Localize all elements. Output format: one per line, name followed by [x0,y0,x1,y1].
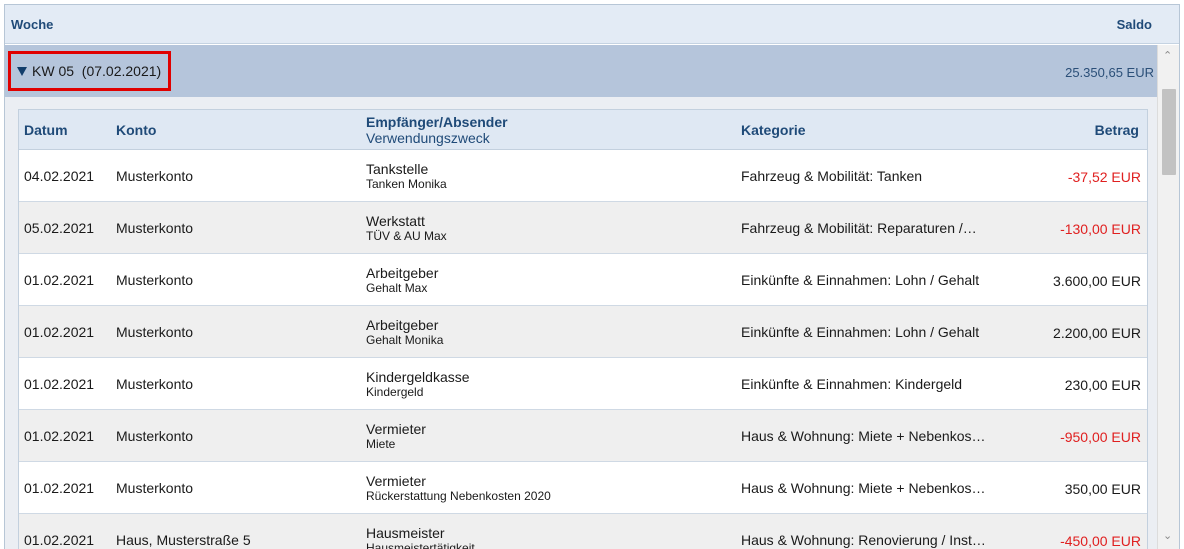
cell-verwendungszweck: Kindergeld [366,385,424,399]
cell-kategorie: Haus & Wohnung: Miete + Nebenkos… [741,428,986,444]
cell-datum: 04.02.2021 [24,168,95,184]
week-label: KW 05 (07.02.2021) [32,63,162,79]
cell-betrag: -450,00 EUR [1060,533,1141,549]
header-betrag[interactable]: Betrag [1095,122,1139,138]
cell-verwendungszweck: Miete [366,437,396,451]
header-empfaenger[interactable]: Empfänger/Absender [366,114,508,130]
cell-datum: 01.02.2021 [24,532,95,548]
cell-betrag: 2.200,00 EUR [1053,325,1141,341]
cell-verwendungszweck: Gehalt Monika [366,333,444,347]
cell-verwendungszweck: TÜV & AU Max [366,229,447,243]
cell-kategorie: Einkünfte & Einnahmen: Kindergeld [741,376,963,392]
week-details: Datum Konto Empfänger/Absender Verwendun… [5,97,1157,549]
cell-verwendungszweck: Rückerstattung Nebenkosten 2020 [366,489,551,503]
cell-empfaenger: Vermieter [366,421,426,437]
cell-konto: Musterkonto [116,220,194,236]
cell-konto: Musterkonto [116,428,194,444]
cell-datum: 01.02.2021 [24,272,95,288]
cell-kategorie: Fahrzeug & Mobilität: Reparaturen /… [741,220,977,236]
cell-betrag: -130,00 EUR [1060,221,1141,237]
chevron-down-icon[interactable]: ⌄ [1163,531,1172,542]
table-row[interactable]: 01.02.2021 Musterkonto Kindergeldkasse K… [19,358,1147,410]
cell-konto: Musterkonto [116,480,194,496]
cell-datum: 05.02.2021 [24,220,95,236]
triangle-down-icon[interactable] [17,67,27,76]
transactions-table: Datum Konto Empfänger/Absender Verwendun… [18,109,1148,549]
cell-empfaenger: Arbeitgeber [366,265,439,281]
table-row[interactable]: 01.02.2021 Musterkonto Arbeitgeber Gehal… [19,306,1147,358]
cell-empfaenger: Werkstatt [366,213,425,229]
overview-header: Woche Saldo [5,5,1179,44]
table-row[interactable]: 01.02.2021 Haus, Musterstraße 5 Hausmeis… [19,514,1147,549]
cell-kategorie: Haus & Wohnung: Renovierung / Inst… [741,532,986,548]
chevron-up-icon[interactable]: ⌃ [1163,51,1172,62]
table-header: Datum Konto Empfänger/Absender Verwendun… [19,110,1147,150]
cell-betrag: 350,00 EUR [1064,481,1141,497]
cell-konto: Haus, Musterstraße 5 [116,532,251,548]
table-row[interactable]: 04.02.2021 Musterkonto Tankstelle Tanken… [19,150,1147,202]
cell-datum: 01.02.2021 [24,428,95,444]
cell-kategorie: Haus & Wohnung: Miete + Nebenkos… [741,480,986,496]
cell-empfaenger: Tankstelle [366,161,429,177]
header-verwendungszweck[interactable]: Verwendungszweck [366,130,490,146]
cell-betrag: 230,00 EUR [1064,377,1141,393]
cell-verwendungszweck: Gehalt Max [366,281,428,295]
table-row[interactable]: 01.02.2021 Musterkonto Vermieter Miete H… [19,410,1147,462]
column-header-saldo[interactable]: Saldo [1117,17,1152,32]
week-saldo: 25.350,65 EUR [1065,65,1154,80]
header-konto[interactable]: Konto [116,122,156,138]
cell-konto: Musterkonto [116,168,194,184]
cell-betrag: -37,52 EUR [1067,169,1141,185]
cell-kategorie: Fahrzeug & Mobilität: Tanken [741,168,923,184]
cell-konto: Musterkonto [116,376,194,392]
cell-betrag: -950,00 EUR [1060,429,1141,445]
week-group-row[interactable]: KW 05 (07.02.2021) 25.350,65 EUR [5,45,1157,97]
vertical-scrollbar[interactable]: ⌃ ⌄ [1157,45,1179,549]
table-row[interactable]: 01.02.2021 Musterkonto Vermieter Rückers… [19,462,1147,514]
cell-betrag: 3.600,00 EUR [1053,273,1141,289]
cell-konto: Musterkonto [116,324,194,340]
cell-kategorie: Einkünfte & Einnahmen: Lohn / Gehalt [741,272,980,288]
cell-datum: 01.02.2021 [24,480,95,496]
cell-datum: 01.02.2021 [24,376,95,392]
cell-empfaenger: Kindergeldkasse [366,369,470,385]
cell-empfaenger: Arbeitgeber [366,317,439,333]
column-header-woche[interactable]: Woche [11,17,53,32]
cell-verwendungszweck: Hausmeistertätigkeit [366,541,475,549]
cell-kategorie: Einkünfte & Einnahmen: Lohn / Gehalt [741,324,980,340]
table-body: 04.02.2021 Musterkonto Tankstelle Tanken… [19,150,1147,549]
header-datum[interactable]: Datum [24,122,68,138]
week-overview-panel: Woche Saldo KW 05 (07.02.2021) 25.350,65… [4,4,1180,549]
cell-verwendungszweck: Tanken Monika [366,177,447,191]
cell-konto: Musterkonto [116,272,194,288]
scrollbar-thumb[interactable] [1162,89,1176,175]
cell-empfaenger: Vermieter [366,473,426,489]
cell-datum: 01.02.2021 [24,324,95,340]
table-row[interactable]: 01.02.2021 Musterkonto Arbeitgeber Gehal… [19,254,1147,306]
table-row[interactable]: 05.02.2021 Musterkonto Werkstatt TÜV & A… [19,202,1147,254]
header-kategorie[interactable]: Kategorie [741,122,806,138]
cell-empfaenger: Hausmeister [366,525,445,541]
week-toggle[interactable]: KW 05 (07.02.2021) [8,51,171,91]
